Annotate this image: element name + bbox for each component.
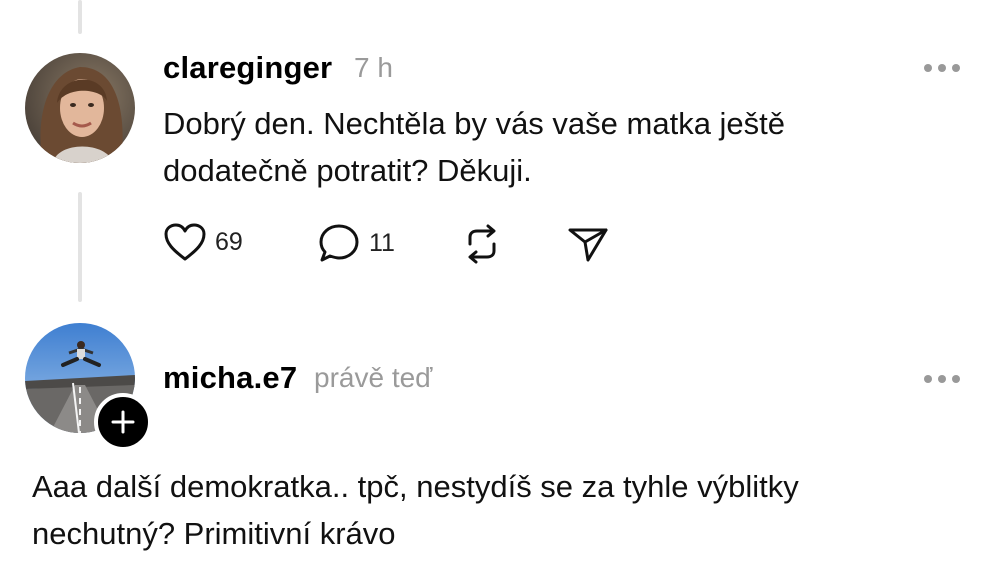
thread-line-top (78, 0, 82, 34)
username[interactable]: micha.e7 (163, 360, 297, 396)
reply-count: 11 (369, 228, 395, 257)
share-button[interactable] (566, 222, 610, 266)
thread-line-mid (78, 192, 82, 302)
follow-button[interactable] (94, 393, 152, 451)
reply-button[interactable]: 11 (317, 222, 395, 264)
post-text: Aaa další demokratka.. tpč, nestydíš se … (32, 469, 799, 551)
like-button[interactable]: 69 (163, 222, 243, 262)
more-icon (924, 375, 932, 383)
more-icon (924, 64, 932, 72)
follow-plus-icon (111, 410, 135, 434)
avatar[interactable] (25, 53, 135, 163)
more-options-button[interactable] (924, 375, 960, 383)
timestamp: právě teď (314, 362, 433, 393)
repost-icon (468, 224, 496, 264)
timestamp: 7 h (354, 52, 393, 83)
username[interactable]: clareginger (163, 50, 332, 86)
post-text: Dobrý den. Nechtěla by vás vaše matka je… (163, 106, 786, 188)
more-options-button[interactable] (924, 64, 960, 72)
repost-button[interactable] (460, 222, 504, 266)
heart-icon (164, 223, 206, 261)
like-count: 69 (215, 227, 243, 256)
comment-icon (319, 224, 359, 262)
share-icon (568, 228, 608, 262)
